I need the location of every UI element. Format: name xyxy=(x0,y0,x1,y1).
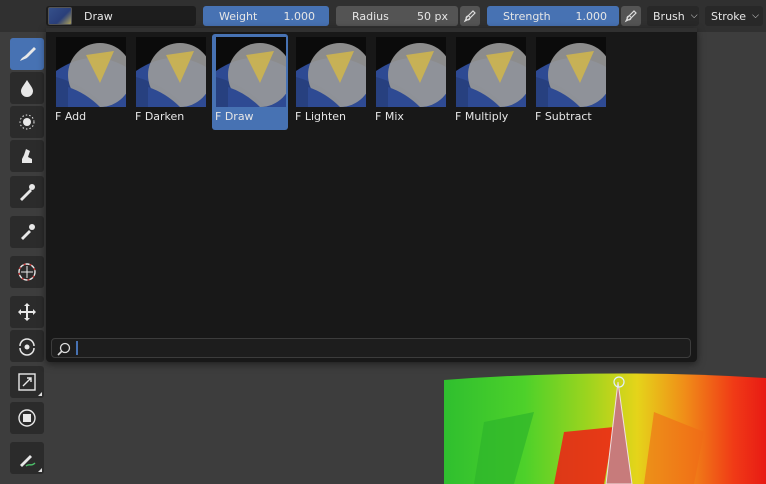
brush-item-label: F Multiply xyxy=(455,110,509,123)
brush-preview-thumbnail xyxy=(456,37,526,107)
brush-selector[interactable]: Draw xyxy=(46,6,196,26)
blender-window: Draw Weight 1.000 Radius 50 px Strength … xyxy=(0,0,766,484)
brush-preview-thumbnail xyxy=(136,37,206,107)
strength-label: Strength xyxy=(503,9,551,23)
weight-value: 1.000 xyxy=(283,9,316,23)
brush-item[interactable]: F Subtract xyxy=(532,34,608,130)
brush-item-label: F Darken xyxy=(135,110,185,123)
brush-item[interactable]: F Add xyxy=(52,34,128,130)
brush-preview-thumbnail xyxy=(216,37,286,107)
search-icon xyxy=(57,342,71,356)
brush-thumbnail xyxy=(48,7,72,25)
weight-slider[interactable]: Weight 1.000 xyxy=(203,6,329,26)
expand-corner-icon xyxy=(38,468,42,472)
brush-menu[interactable]: Brush ⌵ xyxy=(647,6,699,26)
strength-value: 1.000 xyxy=(575,9,608,23)
average-tool-button[interactable] xyxy=(10,106,44,138)
sample-icon xyxy=(20,184,35,201)
strength-slider[interactable]: Strength 1.000 xyxy=(487,6,619,26)
annotate-icon xyxy=(20,455,36,467)
radius-pressure-button[interactable] xyxy=(460,6,480,26)
eyedropper-icon xyxy=(21,224,35,240)
popup-top-strip xyxy=(46,28,697,32)
brush-popup: F Add F Darken F Draw F Lighten F Mix F Multi… xyxy=(46,28,697,362)
strength-pressure-button[interactable] xyxy=(621,6,641,26)
brush-item[interactable]: F Draw xyxy=(212,34,288,130)
weight-paint-mesh xyxy=(444,373,766,484)
smear-tool-button[interactable] xyxy=(10,140,44,172)
cursor-icon xyxy=(18,263,36,281)
pen-pressure-icon xyxy=(463,10,476,23)
brush-menu-label: Brush xyxy=(653,9,685,23)
brush-preview-thumbnail xyxy=(56,37,126,107)
cursor-tool-button[interactable] xyxy=(10,256,44,288)
transform-icon xyxy=(18,409,36,427)
search-field[interactable] xyxy=(51,338,691,358)
eyedropper-tool-button[interactable] xyxy=(10,216,44,248)
radius-label: Radius xyxy=(352,9,389,23)
scale-icon xyxy=(18,373,36,391)
pen-pressure-icon xyxy=(624,10,637,23)
scale-tool-button[interactable] xyxy=(10,366,44,398)
average-icon xyxy=(19,114,35,130)
weight-label: Weight xyxy=(219,9,258,23)
chevron-down-icon: ⌵ xyxy=(690,11,698,21)
brush-item[interactable]: F Lighten xyxy=(292,34,368,130)
text-caret xyxy=(76,341,78,355)
tool-shelf xyxy=(0,32,46,484)
brush-preview-thumbnail xyxy=(376,37,446,107)
move-tool-button[interactable] xyxy=(10,296,44,328)
brush-item[interactable]: F Darken xyxy=(132,34,208,130)
rotate-tool-button[interactable] xyxy=(10,330,44,362)
brush-preview-thumbnail xyxy=(536,37,606,107)
stroke-menu-label: Stroke xyxy=(711,9,747,23)
search-input[interactable] xyxy=(80,341,680,355)
move-icon xyxy=(18,303,36,321)
brush-item-label: F Subtract xyxy=(535,110,592,123)
brush-icon xyxy=(20,47,36,61)
brush-item[interactable]: F Mix xyxy=(372,34,448,130)
annotate-tool-button[interactable] xyxy=(10,442,44,474)
brush-item-label: F Mix xyxy=(375,110,404,123)
transform-tool-button[interactable] xyxy=(10,402,44,434)
radius-slider[interactable]: Radius 50 px xyxy=(336,6,458,26)
blur-tool-button[interactable] xyxy=(10,72,44,104)
radius-value: 50 px xyxy=(417,9,448,23)
rotate-icon xyxy=(19,338,35,356)
brush-item[interactable]: F Multiply xyxy=(452,34,528,130)
brush-item-label: F Lighten xyxy=(295,110,347,123)
brush-item-label: F Draw xyxy=(215,110,254,123)
brush-preview-thumbnail xyxy=(296,37,366,107)
stroke-menu[interactable]: Stroke ⌵ xyxy=(705,6,763,26)
sample-weight-tool-button[interactable] xyxy=(10,176,44,208)
brush-item-label: F Add xyxy=(55,110,87,123)
brush-name: Draw xyxy=(84,9,113,23)
draw-tool-button[interactable] xyxy=(10,38,44,70)
smear-icon xyxy=(22,149,32,163)
drop-icon xyxy=(21,80,33,97)
expand-corner-icon xyxy=(38,392,42,396)
chevron-down-icon: ⌵ xyxy=(752,11,759,21)
